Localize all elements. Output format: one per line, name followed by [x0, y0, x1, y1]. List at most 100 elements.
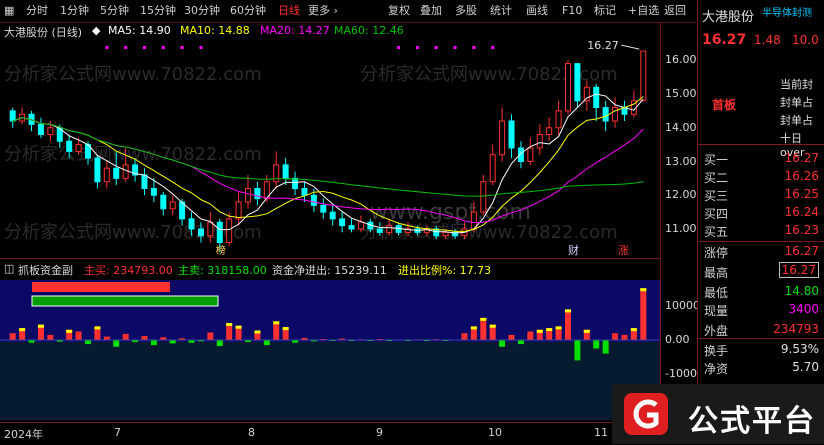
flow-bar[interactable]	[263, 340, 270, 346]
flow-bar[interactable]	[517, 340, 524, 345]
period-more[interactable]: 更多 ›	[308, 3, 338, 19]
candle-body[interactable]	[555, 110, 562, 129]
candle-body[interactable]	[47, 127, 54, 135]
flow-bar[interactable]	[75, 331, 82, 341]
candle-body[interactable]	[282, 164, 289, 179]
flow-bar[interactable]	[612, 333, 619, 340]
flow-bar[interactable]	[47, 334, 54, 340]
tool-stats[interactable]: 统计	[490, 3, 512, 19]
candle-body[interactable]	[207, 221, 214, 237]
flow-bar[interactable]	[527, 331, 534, 341]
flow-bar[interactable]	[621, 334, 628, 340]
flow-bar[interactable]	[640, 288, 647, 340]
candle-body[interactable]	[310, 194, 317, 206]
candle-body[interactable]	[489, 154, 496, 183]
flow-bar[interactable]	[103, 336, 110, 340]
limit-up-marker[interactable]: 涨	[618, 244, 629, 256]
candlestick-chart[interactable]: 10.31 16.27 榜 财 涨	[0, 40, 660, 256]
candle-body[interactable]	[442, 231, 449, 237]
flow-bar[interactable]	[216, 340, 223, 347]
period-minute[interactable]: 分时	[26, 3, 48, 19]
flow-bar[interactable]	[85, 340, 91, 345]
candle-body[interactable]	[339, 218, 346, 227]
candle-body[interactable]	[320, 204, 327, 213]
flow-bar[interactable]	[141, 335, 148, 340]
candle-body[interactable]	[216, 221, 223, 243]
candle-body[interactable]	[348, 225, 355, 230]
flow-bar[interactable]	[565, 309, 571, 340]
candle-body[interactable]	[245, 188, 251, 203]
candle-body[interactable]	[565, 63, 571, 112]
flow-bar[interactable]	[480, 317, 487, 340]
candle-body[interactable]	[357, 221, 364, 230]
period-5min[interactable]: 5分钟	[100, 3, 129, 19]
period-15min[interactable]: 15分钟	[140, 3, 176, 19]
candle-body[interactable]	[235, 201, 242, 220]
candle-body[interactable]	[66, 140, 73, 152]
period-60min[interactable]: 60分钟	[230, 3, 266, 19]
flow-bar[interactable]	[169, 340, 176, 344]
capital-flow-chart[interactable]	[0, 280, 660, 420]
period-daily[interactable]: 日线	[278, 3, 300, 19]
tool-watchlist[interactable]: +自选	[628, 3, 659, 19]
candle-body[interactable]	[329, 211, 336, 220]
candle-body[interactable]	[386, 225, 393, 233]
tool-adjust[interactable]: 复权	[388, 3, 410, 19]
candle-body[interactable]	[150, 188, 157, 196]
candle-body[interactable]	[640, 50, 647, 102]
side-sector[interactable]: 半导体封测	[762, 4, 812, 19]
candle-body[interactable]	[292, 177, 299, 189]
candle-body[interactable]	[103, 167, 110, 183]
candle-body[interactable]	[75, 144, 82, 152]
candle-body[interactable]	[141, 174, 148, 189]
period-30min[interactable]: 30分钟	[184, 3, 220, 19]
candle-body[interactable]	[94, 157, 101, 183]
period-1min[interactable]: 1分钟	[60, 3, 89, 19]
candle-body[interactable]	[254, 188, 261, 200]
candle-body[interactable]	[226, 218, 233, 243]
period-icon[interactable]: ▦	[4, 3, 14, 19]
sub-settings-icon[interactable]: ◫	[4, 262, 14, 275]
flow-bar[interactable]	[499, 340, 506, 347]
candle-body[interactable]	[160, 194, 167, 210]
candle-body[interactable]	[113, 167, 120, 179]
flow-bar[interactable]	[508, 334, 515, 340]
candle-body[interactable]	[376, 228, 383, 233]
flow-bar-cap	[226, 323, 233, 326]
flow-bar[interactable]	[150, 340, 157, 346]
flow-bar[interactable]	[207, 332, 214, 340]
candle-body[interactable]	[499, 120, 506, 156]
candle-body[interactable]	[480, 181, 487, 213]
candle-body[interactable]	[188, 218, 195, 230]
flow-bar[interactable]	[113, 340, 120, 347]
candle-body[interactable]	[612, 107, 619, 122]
tool-back[interactable]: 返回	[664, 3, 686, 19]
candle-body[interactable]	[602, 107, 609, 122]
tool-multi[interactable]: 多股	[455, 3, 477, 19]
candle-body[interactable]	[527, 147, 534, 162]
sub-indicator-name[interactable]: 抓板资金副	[18, 262, 73, 278]
candle-body[interactable]	[593, 86, 600, 108]
tool-f10[interactable]: F10	[562, 3, 582, 19]
candle-body[interactable]	[9, 110, 16, 122]
candle-body[interactable]	[197, 228, 204, 237]
candle-body[interactable]	[536, 134, 543, 149]
tool-mark[interactable]: 标记	[594, 3, 616, 19]
candle-body[interactable]	[546, 127, 553, 135]
flow-bar[interactable]	[9, 333, 16, 340]
tool-overlay[interactable]: 叠加	[420, 3, 442, 19]
candle-body[interactable]	[169, 201, 176, 210]
finance-marker[interactable]: 财	[568, 243, 579, 256]
flow-bar[interactable]	[122, 333, 129, 340]
candle-body[interactable]	[37, 123, 44, 135]
flow-bar[interactable]	[602, 340, 609, 354]
flow-bar[interactable]	[574, 340, 581, 361]
candle-body[interactable]	[508, 120, 515, 149]
candle-body[interactable]	[301, 188, 308, 196]
candle-body[interactable]	[574, 63, 581, 102]
list-marker[interactable]: 榜	[216, 244, 226, 256]
flow-bar[interactable]	[593, 340, 600, 349]
flow-bar[interactable]	[461, 333, 468, 340]
candle-body[interactable]	[122, 164, 129, 179]
tool-draw[interactable]: 画线	[526, 3, 548, 19]
